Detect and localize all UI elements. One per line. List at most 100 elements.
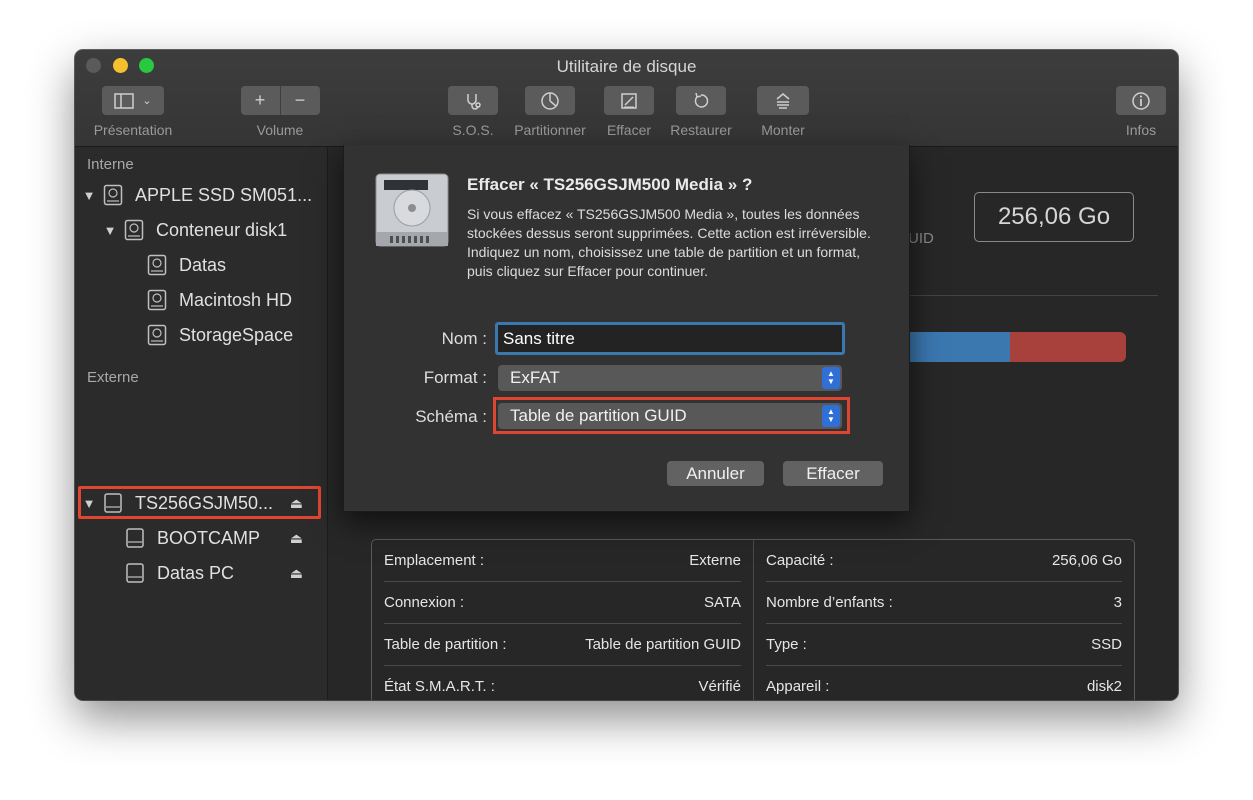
eject-icon[interactable]: ⏏ [290,530,303,547]
name-input[interactable] [498,325,842,352]
info-key: Connexion : [384,594,465,611]
minus-icon: − [294,90,306,110]
disk-utility-window: Utilitaire de disque ⌄ Présentation + − … [75,50,1178,700]
name-input-frame[interactable] [495,322,845,355]
sidebar-item-apple-ssd[interactable]: ▼ APPLE SSD SM051... [81,179,312,211]
format-select-value: ExFAT [510,368,560,387]
sidebar-item-macintosh-hd[interactable]: Macintosh HD [147,284,292,316]
add-volume-button[interactable]: + [240,86,280,115]
erase-button[interactable] [604,86,654,115]
volume-icon [147,324,167,346]
volume-icon [147,289,167,311]
info-value: Table de partition GUID [585,636,741,653]
info-row-type: Type : SSD [754,624,1134,665]
restore-arrow-icon [694,92,709,108]
sidebar: Interne ▼ APPLE SSD SM051... ▼ Conteneur… [75,147,328,700]
info-button[interactable] [1116,86,1166,115]
stethoscope-icon [467,93,481,110]
sidebar-item-storagespace[interactable]: StorageSpace [147,319,293,351]
divider [908,295,1158,296]
internal-disk-icon [103,184,123,206]
info-label: Infos [1125,122,1157,138]
sidebar-item-datas[interactable]: Datas [147,249,226,281]
presentation-button[interactable]: ⌄ [102,86,164,115]
sidebar-item-label: BOOTCAMP [157,527,261,548]
erase-confirm-button[interactable]: Effacer [783,461,883,486]
mount-icon [776,92,790,109]
mount-label: Monter [761,122,805,138]
info-key: Capacité : [766,552,834,569]
toolbar-first-aid[interactable]: S.O.S. [447,86,499,138]
info-value: Externe [689,552,741,569]
partition-label: Partitionner [514,122,586,138]
format-label: Format : [423,368,487,387]
eject-icon[interactable]: ⏏ [290,565,303,582]
scheme-highlight [493,397,850,434]
remove-volume-button[interactable]: − [279,86,320,115]
dialog-message: Si vous effacez « TS256GSJM500 Media », … [467,206,871,279]
sidebar-item-ts256[interactable]: ▼ TS256GSJM50... ⏏ [81,487,321,519]
cancel-button[interactable]: Annuler [667,461,764,486]
info-row-location: Emplacement : Externe [372,540,753,581]
eraser-icon [621,92,637,109]
info-row-capacity: Capacité : 256,06 Go [754,540,1134,581]
info-table: Emplacement : Externe Capacité : 256,06 … [371,539,1135,700]
info-value: SATA [704,594,741,611]
info-row-connection: Connexion : SATA [372,582,753,623]
external-disk-icon [104,493,122,513]
toolbar-presentation[interactable]: ⌄ Présentation [83,86,183,138]
sidebar-item-label: StorageSpace [179,324,294,345]
sidebar-item-container[interactable]: ▼ Conteneur disk1 [102,214,287,246]
format-select[interactable]: ExFAT ▲ ▼ [498,365,842,391]
toolbar-restore[interactable]: Restaurer [665,86,737,138]
erase-label: Effacer [606,122,652,138]
chevron-down-icon: ⌄ [142,95,152,107]
toolbar-partition[interactable]: Partitionner [508,86,592,138]
sidebar-icon [114,92,135,109]
info-key: Type : [766,636,807,653]
titlebar: Utilitaire de disque ⌄ Présentation + − … [75,50,1178,147]
info-key: Table de partition : [384,636,507,653]
toolbar-mount[interactable]: Monter [755,86,811,138]
volume-label: Volume [256,122,304,138]
info-value: 3 [1113,594,1122,611]
info-row-partition-map: Table de partition : Table de partition … [372,624,753,665]
sidebar-item-bootcamp[interactable]: BOOTCAMP ⏏ [125,522,321,554]
plus-icon: + [254,90,266,110]
sidebar-section-external: Externe [87,369,139,386]
sidebar-item-label: Conteneur disk1 [156,219,288,240]
sidebar-item-datas-pc[interactable]: Datas PC ⏏ [125,557,321,589]
partition-button[interactable] [525,86,575,115]
info-row-children: Nombre d’enfants : 3 [754,582,1134,623]
scheme-label: Schéma : [415,407,487,426]
first-aid-button[interactable] [448,86,498,115]
disclosure-triangle-icon[interactable]: ▼ [102,223,118,238]
info-value: Vérifié [698,678,741,695]
restore-button[interactable] [676,86,726,115]
external-volume-icon [126,563,144,583]
partition-scheme-fragment: UID [908,230,934,247]
first-aid-label: S.O.S. [452,122,494,138]
toolbar-volume: + − Volume [235,86,325,138]
disclosure-triangle-icon[interactable]: ▼ [81,496,97,511]
volume-icon [147,254,167,276]
capacity-badge: 256,06 Go [974,192,1134,242]
disclosure-triangle-icon[interactable]: ▼ [81,188,97,203]
eject-icon[interactable]: ⏏ [290,495,303,512]
chevron-up-down-icon: ▲ ▼ [822,367,840,389]
sidebar-item-label: APPLE SSD SM051... [135,184,313,205]
mount-button[interactable] [757,86,809,115]
info-key: Emplacement : [384,552,485,569]
container-disk-icon [124,219,144,241]
toolbar-erase[interactable]: Effacer [601,86,657,138]
window-title: Utilitaire de disque [556,57,697,76]
restore-label: Restaurer [670,122,732,138]
pie-chart-icon [541,91,559,110]
presentation-label: Présentation [93,122,173,138]
sidebar-item-label: Datas [179,254,227,275]
toolbar-info[interactable]: Infos [1113,86,1169,138]
info-value: SSD [1091,636,1122,653]
info-row-smart: État S.M.A.R.T. : Vérifié [372,666,753,700]
sidebar-section-internal: Interne [87,156,134,173]
info-key: Nombre d’enfants : [766,594,893,611]
